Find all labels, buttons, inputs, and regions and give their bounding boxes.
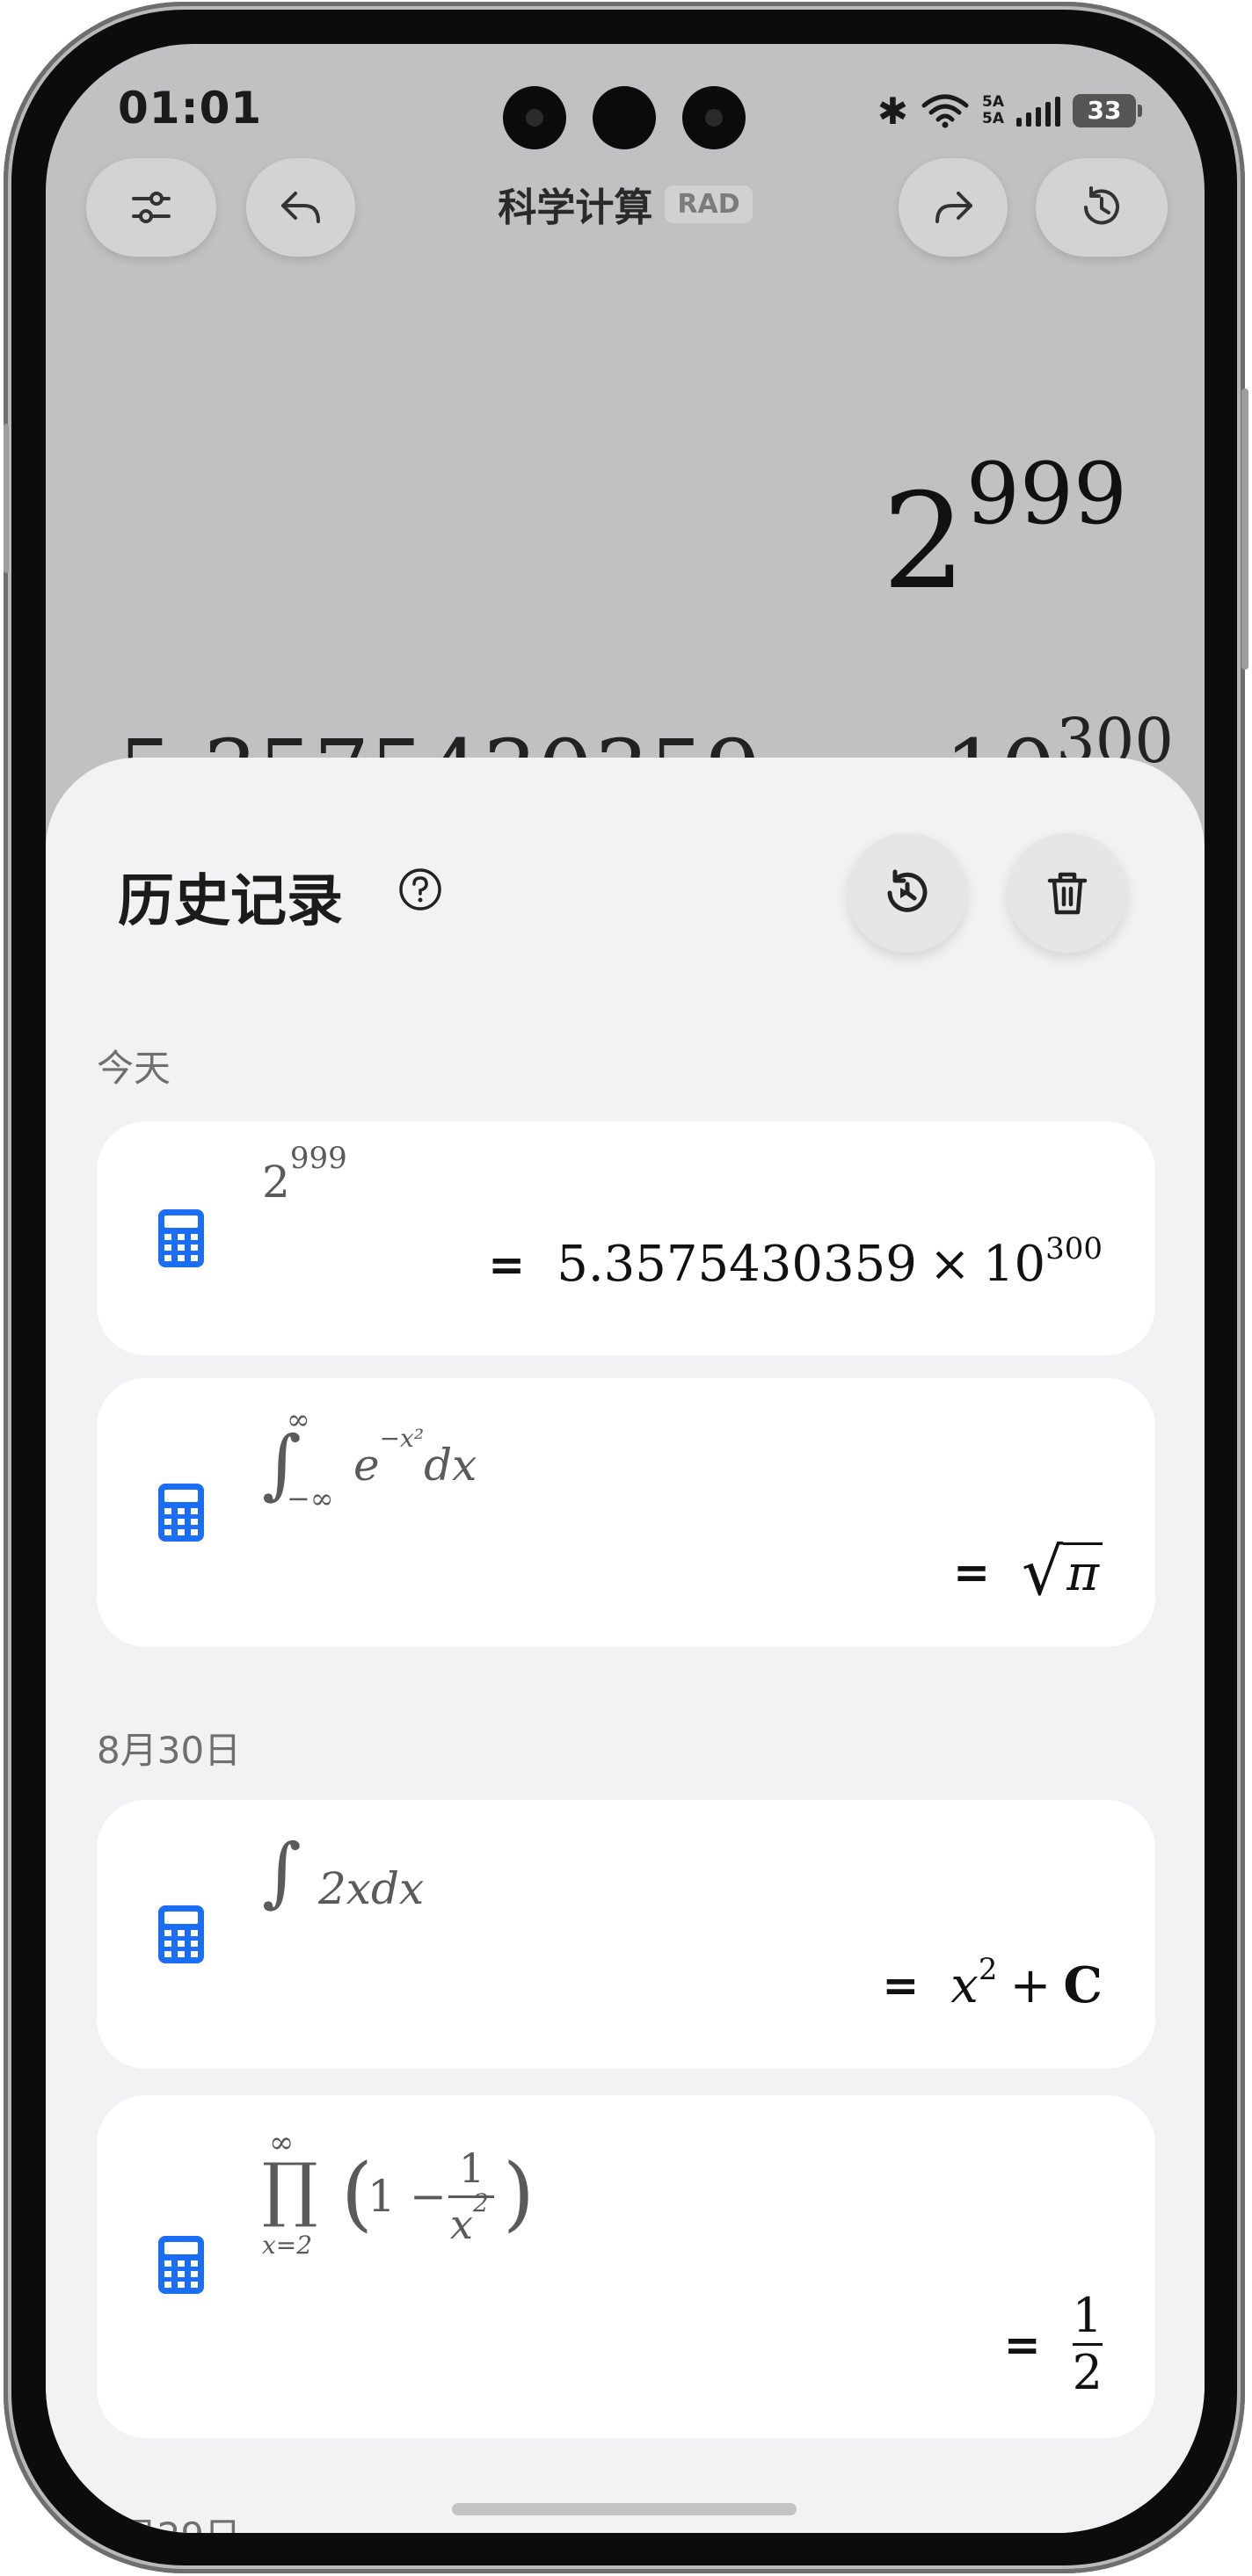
equals-sign: = [1003,2318,1041,2370]
integrand: e−x²dx [353,1424,477,1491]
phone-frame: 01:01 ✱ 5A 5A 33 科学计算 RAD 2999 300 历史记录 … [4,2,1248,2573]
result-numerator: 1 [1072,2288,1103,2343]
product-sign: ∏ [262,2148,318,2230]
history-clock-icon [1084,186,1119,225]
signal-indicator: 5A 5A [982,94,1004,127]
wifi-icon [921,94,969,128]
product-lower-bound: x=2 [262,2231,313,2260]
history-button[interactable] [1036,158,1168,257]
signal-label-top: 5A [982,93,1004,111]
result-power-exponent: 300 [1045,1230,1103,1266]
minus-sign: − [410,2171,447,2222]
equals-sign: = [882,1960,920,2011]
calculator-icon [158,1905,204,1963]
history-expression: ∞ ∏ x=2 ( 1 − 1 x2 ) [262,2125,579,2275]
battery-icon: 33 [1073,94,1142,127]
signal-label-bottom: 5A [982,110,1004,127]
result-base: x [950,1956,979,2014]
integral-sign: ∫ [262,1828,302,1916]
history-item[interactable]: ∫ 2xdx = x2 + C [97,1800,1155,2069]
signal-bars-icon [1016,95,1060,127]
share-button[interactable] [899,158,1008,257]
calculator-icon [158,1209,204,1267]
radical-sign: √ [1022,1535,1064,1610]
history-restore-icon [887,869,928,912]
toolbar-title-group: 科学计算 RAD [46,176,1205,232]
calculator-icon [158,1484,204,1542]
screen: 01:01 ✱ 5A 5A 33 科学计算 RAD 2999 300 历史记录 … [46,44,1205,2533]
integral-upper-bound: ∞ [287,1403,310,1436]
share-icon [935,192,972,223]
battery-level: 33 [1087,96,1122,125]
status-icons: ✱ 5A 5A 33 [877,90,1142,133]
history-item[interactable]: ∞ ∏ x=2 ( 1 − 1 x2 ) = 1 2 [97,2095,1155,2438]
integrand-base: e [353,1440,380,1491]
result-exponent: 2 [978,1952,998,1987]
restore-history-button[interactable] [848,833,967,953]
history-group-label: 8月30日 [97,1729,242,1772]
bluetooth-icon: ✱ [877,89,908,133]
volume-button [4,424,9,573]
current-expression: 2999 [882,445,1127,619]
times-sign: × [928,1236,971,1293]
history-group-label: 今天 [97,1047,171,1090]
help-circle-icon[interactable] [397,867,443,912]
history-result: = x2 + C [882,1952,1103,2014]
camera-lens-icon [682,86,746,149]
term-one: 1 [368,2171,396,2222]
denominator-exponent: 2 [472,2188,489,2217]
fraction-numerator: 1 [459,2144,485,2192]
side-button [1241,388,1248,670]
close-paren: ) [503,2146,535,2240]
home-indicator[interactable] [452,2503,797,2515]
calculator-icon [158,2236,204,2294]
expr-base: 2 [262,1157,290,1208]
status-time: 01:01 [118,83,263,134]
integrand-exponent: −x² [379,1424,425,1453]
result-power-base: 10 [982,1236,1046,1293]
plus-sign: + [1009,1956,1052,2014]
history-expression: 2999 [262,1141,347,1208]
expression-base: 2 [882,466,966,619]
camera-lens-icon [593,86,656,149]
fraction-denominator: x2 [450,2188,489,2248]
history-sheet: 历史记录 今天 2999 = 5.3575430359 × 10 300 ∫ ∞… [46,758,1205,2533]
integral-lower-bound: −∞ [287,1482,334,1515]
page-title: 科学计算 [498,185,653,230]
history-item[interactable]: ∫ ∞ −∞ e−x²dx = √ π [97,1378,1155,1647]
history-result: = 1 2 [1004,2289,1103,2400]
history-group-label: 8月29日 [97,2507,241,2533]
expression-exponent: 999 [965,445,1127,543]
history-title: 历史记录 [118,869,343,934]
delete-history-button[interactable] [1008,833,1127,953]
differential: dx [424,1440,477,1491]
radicand: π [1063,1542,1103,1602]
result-mantissa: 5.3575430359 [557,1236,917,1293]
denominator-base: x [450,2201,473,2248]
history-expression: ∫ 2xdx [262,1825,526,1939]
angle-mode-badge[interactable]: RAD [665,185,753,223]
history-expression: ∫ ∞ −∞ e−x²dx [262,1403,526,1526]
trash-icon [1047,872,1088,915]
camera-lens-icon [503,86,566,149]
equals-sign: = [488,1238,526,1290]
history-result: = 5.3575430359 × 10 300 [488,1231,1103,1294]
status-bar: 01:01 ✱ 5A 5A 33 [46,44,1205,185]
result-denominator: 2 [1072,2345,1103,2400]
integration-constant: C [1063,1956,1103,2014]
expr-exponent: 999 [289,1141,347,1176]
integrand: 2xdx [318,1863,425,1914]
history-result: = √ π [953,1535,1103,1610]
equals-sign: = [953,1547,991,1598]
history-item[interactable]: 2999 = 5.3575430359 × 10 300 [97,1121,1155,1355]
result-fraction: 1 2 [1073,2289,1103,2400]
